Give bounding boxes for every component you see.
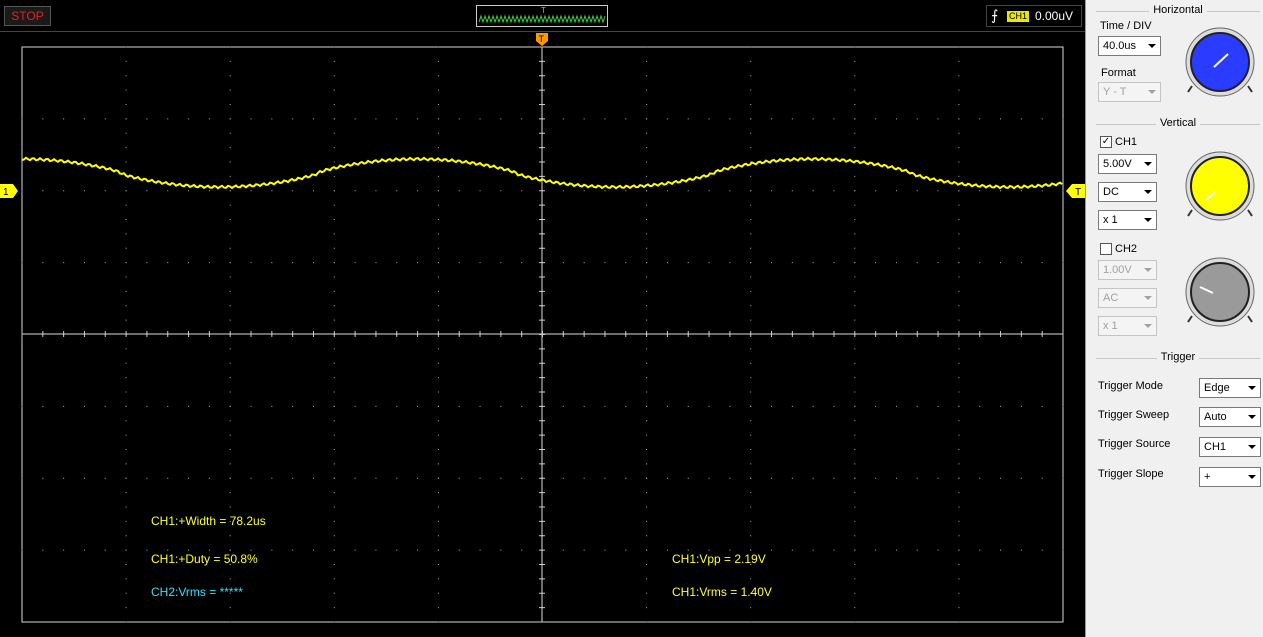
scope-display: T 1 T bbox=[0, 33, 1085, 623]
ch1-ground-marker[interactable]: 1 bbox=[0, 184, 18, 198]
overview-wave-svg: T bbox=[478, 6, 606, 24]
rising-edge-icon: ⨍ bbox=[991, 7, 999, 23]
measurement-ch1-duty: CH1:+Duty = 50.8% bbox=[151, 552, 258, 566]
trigger-channel-badge: CH1 bbox=[1007, 11, 1030, 22]
ch2-probe-select[interactable]: x 1 bbox=[1098, 316, 1157, 336]
trigger-mode-select[interactable]: Edge bbox=[1199, 378, 1261, 398]
ch1-probe-select[interactable]: x 1 bbox=[1098, 210, 1157, 230]
ch2-coupling-select[interactable]: AC bbox=[1098, 288, 1157, 308]
trigger-slope-label: Trigger Slope bbox=[1098, 468, 1164, 480]
oscilloscope-app: STOP T ⨍ CH1 0.00uV T 1 T CH1:+Width = 7… bbox=[0, 0, 1263, 637]
ch1-marker-label: 1 bbox=[3, 187, 9, 198]
ch1-volts-select[interactable]: 5.00V bbox=[1098, 154, 1157, 174]
trigger-level-marker-label: T bbox=[1075, 187, 1081, 198]
ch1-label: CH1 bbox=[1115, 136, 1138, 148]
trigger-slope-select[interactable]: + bbox=[1199, 467, 1261, 487]
control-panel: Horizontal Time / DIV 40.0us Format Y - … bbox=[1085, 0, 1263, 637]
measurement-ch1-vpp: CH1:Vpp = 2.19V bbox=[672, 552, 766, 566]
time-div-knob[interactable] bbox=[1182, 26, 1258, 102]
ch1-volts-knob[interactable] bbox=[1182, 150, 1258, 226]
ch2-volts-select[interactable]: 1.00V bbox=[1098, 260, 1157, 280]
measurement-ch1-width: CH1:+Width = 78.2us bbox=[151, 514, 266, 528]
trigger-level-marker[interactable]: T bbox=[1066, 184, 1085, 198]
ch1-enable-checkbox[interactable]: ✓ bbox=[1100, 136, 1112, 148]
time-div-select[interactable]: 40.0us bbox=[1098, 36, 1161, 56]
horizontal-title: Horizontal bbox=[1149, 4, 1207, 16]
scope-screen[interactable]: T 1 T CH1:+Width = 78.2us CH1:+Duty = 50… bbox=[0, 32, 1085, 637]
trigger-position-label: T bbox=[539, 34, 545, 44]
trigger-readout: ⨍ CH1 0.00uV bbox=[986, 5, 1082, 27]
format-select[interactable]: Y - T bbox=[1098, 82, 1161, 102]
ch2-volts-knob[interactable] bbox=[1182, 256, 1258, 332]
time-div-label: Time / DIV bbox=[1100, 20, 1152, 32]
run-stop-button[interactable]: STOP bbox=[4, 6, 51, 26]
format-label: Format bbox=[1101, 67, 1136, 79]
measurement-ch1-vrms: CH1:Vrms = 1.40V bbox=[672, 585, 772, 599]
overview-trigger-marker: T bbox=[541, 6, 546, 15]
waveform-overview[interactable]: T bbox=[476, 5, 608, 27]
trigger-sweep-select[interactable]: Auto bbox=[1199, 407, 1261, 427]
ch2-enable-checkbox[interactable] bbox=[1100, 243, 1112, 255]
trigger-mode-label: Trigger Mode bbox=[1098, 380, 1164, 392]
trigger-position-marker[interactable]: T bbox=[536, 33, 548, 46]
top-status-bar: STOP T ⨍ CH1 0.00uV bbox=[0, 0, 1085, 32]
trigger-sweep-label: Trigger Sweep bbox=[1098, 409, 1170, 421]
overview-wave-line bbox=[478, 14, 606, 24]
trigger-source-label: Trigger Source bbox=[1098, 438, 1171, 450]
trigger-source-select[interactable]: CH1 bbox=[1199, 437, 1261, 457]
trigger-level-readout: 0.00uV bbox=[1035, 9, 1074, 23]
trigger-title: Trigger bbox=[1156, 351, 1200, 363]
vertical-title: Vertical bbox=[1155, 117, 1201, 129]
measurement-ch2-vrms: CH2:Vrms = ***** bbox=[151, 585, 243, 599]
ch2-label: CH2 bbox=[1115, 243, 1138, 255]
ch1-coupling-select[interactable]: DC bbox=[1098, 182, 1157, 202]
